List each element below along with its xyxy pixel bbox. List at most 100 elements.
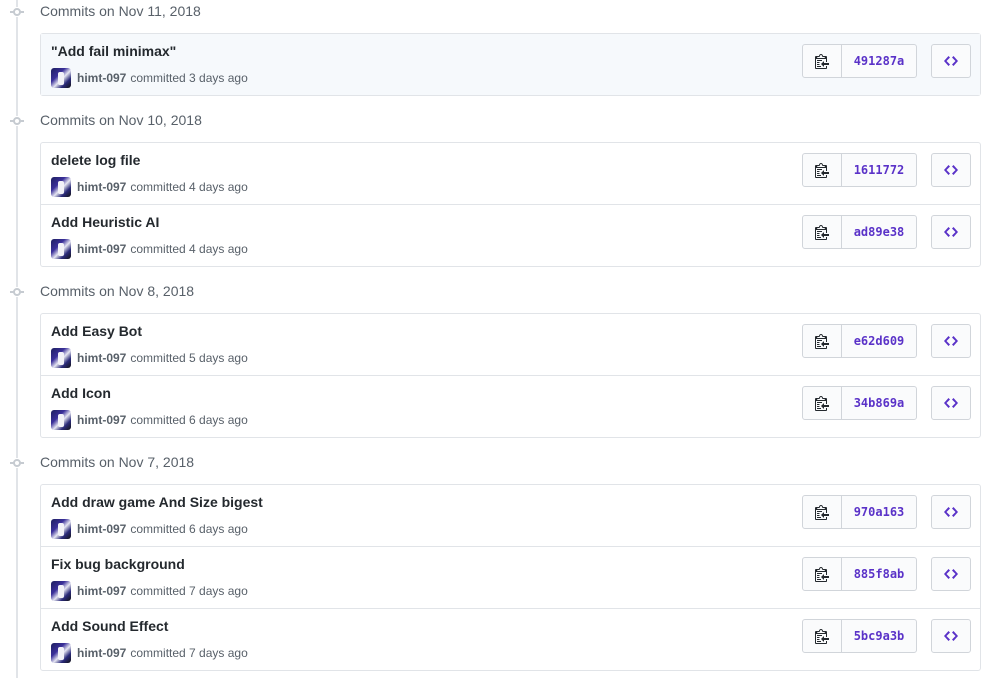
commit-sha-link[interactable]: 5bc9a3b xyxy=(842,620,916,652)
commit-author[interactable]: himt-097 xyxy=(77,71,126,85)
avatar[interactable] xyxy=(51,410,71,430)
avatar[interactable] xyxy=(51,68,71,88)
copy-sha-button[interactable] xyxy=(803,216,842,248)
avatar[interactable] xyxy=(51,177,71,197)
code-icon xyxy=(944,165,958,175)
code-icon xyxy=(944,569,958,579)
browse-repo-button[interactable] xyxy=(931,44,971,78)
commit-meta: himt-097 committed 3 days ago xyxy=(51,68,248,88)
commit-time: committed 6 days ago xyxy=(130,522,248,536)
commit-author[interactable]: himt-097 xyxy=(77,584,126,598)
sha-button-group: 885f8ab xyxy=(802,557,917,591)
avatar[interactable] xyxy=(51,239,71,259)
commit-meta: himt-097 committed 4 days ago xyxy=(51,239,248,259)
commit-group: Commits on Nov 7, 2018 Add draw game And… xyxy=(0,451,993,671)
commit-list: Add draw game And Size bigest himt-097 c… xyxy=(40,484,981,671)
browse-repo-button[interactable] xyxy=(931,495,971,529)
avatar[interactable] xyxy=(51,581,71,601)
commit-group-header: Commits on Nov 7, 2018 xyxy=(0,451,993,475)
clipboard-icon xyxy=(815,225,829,240)
sha-button-group: 34b869a xyxy=(802,386,917,420)
commit-sha-link[interactable]: ad89e38 xyxy=(842,216,916,248)
commit-row: "Add fail minimax" himt-097 committed 3 … xyxy=(41,34,980,95)
commit-row: Add draw game And Size bigest himt-097 c… xyxy=(41,485,980,546)
commit-message[interactable]: Add Easy Bot xyxy=(51,323,142,339)
copy-sha-button[interactable] xyxy=(803,387,842,419)
code-icon xyxy=(944,398,958,408)
code-icon xyxy=(944,227,958,237)
commit-sha-link[interactable]: 34b869a xyxy=(842,387,916,419)
browse-repo-button[interactable] xyxy=(931,619,971,653)
commit-message[interactable]: Add Icon xyxy=(51,385,111,401)
clipboard-icon xyxy=(815,334,829,349)
browse-repo-button[interactable] xyxy=(931,153,971,187)
clipboard-icon xyxy=(815,567,829,582)
git-commit-icon xyxy=(10,458,24,468)
avatar[interactable] xyxy=(51,643,71,663)
copy-sha-button[interactable] xyxy=(803,620,842,652)
browse-repo-button[interactable] xyxy=(931,324,971,358)
commit-group-title: Commits on Nov 11, 2018 xyxy=(40,3,201,19)
timeline-line xyxy=(16,0,18,678)
commit-time: committed 4 days ago xyxy=(130,242,248,256)
commit-meta: himt-097 committed 4 days ago xyxy=(51,177,248,197)
commit-message[interactable]: "Add fail minimax" xyxy=(51,43,176,59)
commit-time: committed 7 days ago xyxy=(130,584,248,598)
commit-time: committed 6 days ago xyxy=(130,413,248,427)
git-commit-icon xyxy=(10,287,24,297)
commit-sha-link[interactable]: e62d609 xyxy=(842,325,916,357)
commit-message[interactable]: Add Heuristic AI xyxy=(51,214,159,230)
clipboard-icon xyxy=(815,54,829,69)
commit-author[interactable]: himt-097 xyxy=(77,413,126,427)
commit-list: Add Easy Bot himt-097 committed 5 days a… xyxy=(40,313,981,438)
copy-sha-button[interactable] xyxy=(803,45,842,77)
commit-group: Commits on Nov 8, 2018 Add Easy Bot himt… xyxy=(0,280,993,438)
commit-author[interactable]: himt-097 xyxy=(77,522,126,536)
commit-row: delete log file himt-097 committed 4 day… xyxy=(41,143,980,204)
commit-message[interactable]: Add draw game And Size bigest xyxy=(51,494,263,510)
sha-button-group: 1611772 xyxy=(802,153,917,187)
commit-list: "Add fail minimax" himt-097 committed 3 … xyxy=(40,33,981,96)
commit-meta: himt-097 committed 6 days ago xyxy=(51,410,248,430)
avatar[interactable] xyxy=(51,348,71,368)
code-icon xyxy=(944,336,958,346)
commit-sha-link[interactable]: 970a163 xyxy=(842,496,916,528)
commit-author[interactable]: himt-097 xyxy=(77,242,126,256)
avatar[interactable] xyxy=(51,519,71,539)
commit-message[interactable]: delete log file xyxy=(51,152,140,168)
commit-group: Commits on Nov 11, 2018 "Add fail minima… xyxy=(0,0,993,96)
clipboard-icon xyxy=(815,163,829,178)
copy-sha-button[interactable] xyxy=(803,496,842,528)
commit-sha-link[interactable]: 885f8ab xyxy=(842,558,916,590)
code-icon xyxy=(944,56,958,66)
clipboard-icon xyxy=(815,396,829,411)
sha-button-group: 970a163 xyxy=(802,495,917,529)
commit-meta: himt-097 committed 5 days ago xyxy=(51,348,248,368)
commit-message[interactable]: Add Sound Effect xyxy=(51,618,168,634)
git-commit-icon xyxy=(10,116,24,126)
commit-message[interactable]: Fix bug background xyxy=(51,556,185,572)
commit-group-header: Commits on Nov 11, 2018 xyxy=(0,0,993,24)
commit-time: committed 7 days ago xyxy=(130,646,248,660)
copy-sha-button[interactable] xyxy=(803,325,842,357)
commit-sha-link[interactable]: 1611772 xyxy=(842,154,916,186)
copy-sha-button[interactable] xyxy=(803,154,842,186)
commit-meta: himt-097 committed 6 days ago xyxy=(51,519,248,539)
sha-button-group: 491287a xyxy=(802,44,917,78)
code-icon xyxy=(944,631,958,641)
commit-row: Add Sound Effect himt-097 committed 7 da… xyxy=(41,608,980,670)
sha-button-group: 5bc9a3b xyxy=(802,619,917,653)
commit-sha-link[interactable]: 491287a xyxy=(842,45,916,77)
commit-time: committed 5 days ago xyxy=(130,351,248,365)
copy-sha-button[interactable] xyxy=(803,558,842,590)
code-icon xyxy=(944,507,958,517)
commit-author[interactable]: himt-097 xyxy=(77,646,126,660)
browse-repo-button[interactable] xyxy=(931,557,971,591)
browse-repo-button[interactable] xyxy=(931,386,971,420)
commit-author[interactable]: himt-097 xyxy=(77,351,126,365)
browse-repo-button[interactable] xyxy=(931,215,971,249)
clipboard-icon xyxy=(815,505,829,520)
commit-group-title: Commits on Nov 7, 2018 xyxy=(40,454,195,470)
commit-group-header: Commits on Nov 10, 2018 xyxy=(0,109,993,133)
commit-author[interactable]: himt-097 xyxy=(77,180,126,194)
